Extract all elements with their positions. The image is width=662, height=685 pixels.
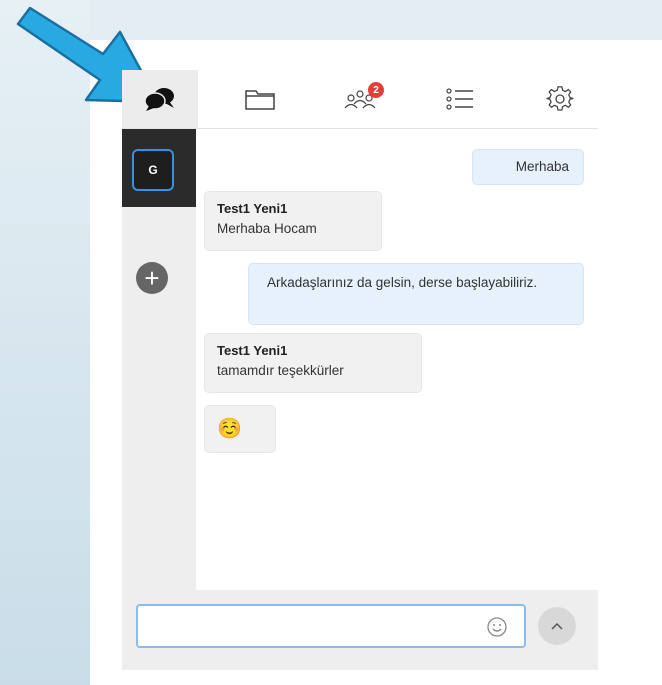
add-room-button[interactable]: + xyxy=(136,262,168,294)
folder-icon xyxy=(245,90,275,110)
tab-settings[interactable] xyxy=(522,70,598,128)
tab-files[interactable] xyxy=(222,70,298,128)
message-outgoing: Arkadaşlarınız da gelsin, derse başlayab… xyxy=(248,263,584,325)
notification-badge: 2 xyxy=(368,82,384,98)
message-sender: Test1 Yeni1 xyxy=(217,343,288,358)
message-text: Arkadaşlarınız da gelsin, derse başlayab… xyxy=(267,275,538,290)
message-incoming-emoji: ☺️ xyxy=(204,405,276,453)
send-button[interactable] xyxy=(538,607,576,645)
smiley-icon[interactable] xyxy=(486,616,508,638)
tab-participants[interactable]: 2 xyxy=(322,70,398,128)
message-outgoing: Merhaba xyxy=(472,149,584,185)
room-button-g[interactable]: G xyxy=(132,149,174,191)
composer xyxy=(122,590,598,670)
chevron-up-icon xyxy=(551,622,563,630)
message-emoji: ☺️ xyxy=(217,418,242,440)
message-incoming: Test1 Yeni1 Merhaba Hocam xyxy=(204,191,382,251)
room-sidebar: G + xyxy=(122,129,196,659)
toolbar: 2 xyxy=(122,70,598,129)
message-incoming: Test1 Yeni1 tamamdır teşekkürler xyxy=(204,333,422,393)
message-sender: Test1 Yeni1 xyxy=(217,201,288,216)
tab-list[interactable] xyxy=(422,70,498,128)
message-text: Merhaba xyxy=(515,159,569,174)
chat-icon xyxy=(144,88,174,111)
message-input[interactable] xyxy=(136,604,526,648)
tab-chat[interactable] xyxy=(122,70,198,128)
room-slot-active: G xyxy=(122,129,196,207)
message-text: Merhaba Hocam xyxy=(217,221,317,236)
message-list: Merhaba Test1 Yeni1 Merhaba Hocam Arkada… xyxy=(196,129,598,659)
message-text: tamamdır teşekkürler xyxy=(217,363,344,378)
plus-icon: + xyxy=(144,263,160,293)
chat-panel: 2 G + Merhaba Test1 Yeni1 Merhaba Hocam … xyxy=(122,70,598,670)
gear-icon xyxy=(546,86,574,111)
list-icon xyxy=(446,88,473,110)
